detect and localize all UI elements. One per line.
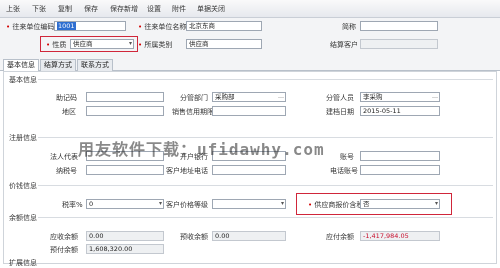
save-new-button[interactable]: 保存新增 bbox=[110, 4, 138, 14]
account-input[interactable] bbox=[360, 151, 440, 161]
price-level-select[interactable]: ▾ bbox=[212, 199, 286, 209]
prepay-input: 1,608,320.00 bbox=[86, 244, 164, 254]
tab-settlement[interactable]: 结算方式 bbox=[40, 59, 76, 71]
payable-input: -1,417,984.05 bbox=[360, 231, 440, 241]
copy-button[interactable]: 复制 bbox=[58, 4, 72, 14]
basic-info-panel: 基本信息 助记码 分管部门 采购部… 分管人员 李采购… 地区 销售信用期限 建… bbox=[3, 71, 497, 267]
settle-customer-input[interactable] bbox=[360, 39, 438, 49]
dept-label: 分管部门 bbox=[180, 94, 208, 102]
staff-label: 分管人员 bbox=[326, 94, 354, 102]
chevron-down-icon: ▾ bbox=[158, 200, 162, 207]
price-level-label: 客户价格等级 bbox=[166, 201, 208, 209]
chevron-down-icon: ▾ bbox=[280, 200, 284, 207]
section-price-info: 价钱信息 bbox=[9, 182, 37, 190]
section-divider bbox=[38, 185, 493, 186]
phone-account-label: 电话账号 bbox=[330, 167, 358, 175]
code-input[interactable]: 1001 bbox=[54, 21, 126, 31]
section-divider bbox=[38, 217, 493, 218]
ellipsis-icon: … bbox=[278, 93, 284, 100]
tax-no-input[interactable] bbox=[86, 165, 164, 175]
settle-customer-label: 结算客户 bbox=[330, 41, 358, 49]
section-basic-info: 基本信息 bbox=[9, 76, 37, 84]
receivable-label: 应收余额 bbox=[50, 233, 78, 241]
section-divider bbox=[38, 79, 493, 80]
ellipsis-icon: … bbox=[432, 93, 438, 100]
category-label: • 所属类别 bbox=[138, 41, 173, 49]
legal-rep-label: 法人代表 bbox=[50, 153, 78, 161]
prepay-label: 预付余额 bbox=[50, 246, 78, 254]
address-phone-label: 客户地址电话 bbox=[166, 167, 208, 175]
prev-button[interactable]: 上张 bbox=[6, 4, 20, 14]
mnemonic-input[interactable] bbox=[86, 92, 164, 102]
account-label: 账号 bbox=[340, 153, 354, 161]
name-input[interactable]: 北京东商 bbox=[186, 21, 262, 31]
next-button[interactable]: 下张 bbox=[32, 4, 46, 14]
create-date-label: 建档日期 bbox=[326, 108, 354, 116]
tab-bar: 基本信息 结算方式 联系方式 bbox=[0, 58, 500, 72]
prereceive-label: 预收余额 bbox=[180, 233, 208, 241]
code-label: • 往来单位编码 bbox=[6, 23, 55, 31]
sales-cycle-label: 销售信用期限 bbox=[172, 108, 214, 116]
highlight-box-vendor-tax bbox=[296, 193, 452, 215]
tax-rate-label: 税率% bbox=[62, 201, 83, 209]
close-document-button[interactable]: 单据关闭 bbox=[197, 4, 225, 14]
phone-account-input[interactable] bbox=[360, 165, 440, 175]
receivable-input: 0.00 bbox=[86, 231, 164, 241]
dept-input[interactable]: 采购部… bbox=[212, 92, 286, 102]
section-register-info: 注册信息 bbox=[9, 134, 37, 142]
prereceive-input: 0.00 bbox=[212, 231, 286, 241]
address-phone-input[interactable] bbox=[212, 165, 286, 175]
region-input[interactable] bbox=[86, 106, 164, 116]
category-input[interactable]: 供应商 bbox=[186, 39, 262, 49]
tax-no-label: 纳税号 bbox=[56, 167, 77, 175]
settings-button[interactable]: 设置 bbox=[147, 4, 161, 14]
sales-cycle-input[interactable] bbox=[212, 106, 286, 116]
highlight-box-nature bbox=[40, 36, 138, 52]
short-name-input[interactable] bbox=[360, 21, 438, 31]
tax-rate-select[interactable]: 0 ▾ bbox=[86, 199, 164, 209]
short-name-label: 简称 bbox=[342, 23, 356, 31]
section-extend-info: 扩展信息 bbox=[9, 259, 37, 267]
mnemonic-label: 助记码 bbox=[56, 94, 77, 102]
name-label: • 往来单位名称 bbox=[138, 23, 187, 31]
attachment-button[interactable]: 附件 bbox=[172, 4, 186, 14]
tab-contact[interactable]: 联系方式 bbox=[77, 59, 113, 71]
section-balance-info: 余额信息 bbox=[9, 214, 37, 222]
payable-label: 应付余额 bbox=[326, 233, 354, 241]
watermark-text: 用友软件下载：ufidawhy.com bbox=[78, 140, 325, 159]
staff-input[interactable]: 李采购… bbox=[360, 92, 440, 102]
create-date-input[interactable]: 2015-05-11 bbox=[360, 106, 440, 116]
toolbar: 上张 下张 复制 保存 保存新增 设置 附件 单据关闭 bbox=[0, 0, 500, 18]
save-button[interactable]: 保存 bbox=[84, 4, 98, 14]
region-label: 地区 bbox=[62, 108, 76, 116]
